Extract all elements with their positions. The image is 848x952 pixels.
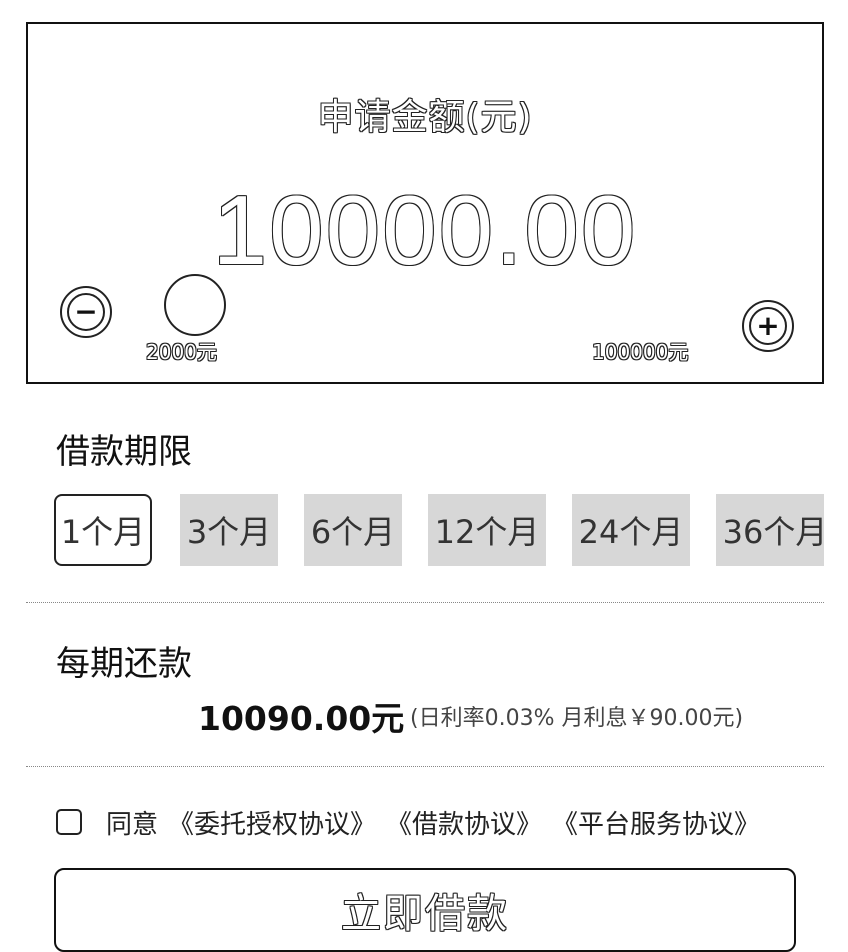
term-option-24-months[interactable]: 24个月 [572, 494, 690, 566]
agreement-row: 同意 《委托授权协议》 《借款协议》 《平台服务协议》 [56, 802, 770, 842]
amount-value: 10000.00 [212, 175, 638, 285]
repayment-amount: 10090.00元 [198, 699, 405, 738]
amount-min-label: 2000元 [146, 340, 217, 364]
platform-service-agreement-link[interactable]: 《平台服务协议》 [552, 804, 760, 841]
plus-circle-icon: + [749, 307, 787, 345]
divider [26, 766, 824, 767]
agree-label: 同意 [106, 809, 159, 840]
agreement-checkbox[interactable] [56, 809, 82, 835]
minus-circle-icon: − [67, 293, 105, 331]
term-option-1-month[interactable]: 1个月 [54, 494, 152, 566]
borrow-now-label: 立即借款 [341, 891, 509, 937]
increase-amount-button[interactable]: + [742, 300, 794, 352]
amount-card: 申请金额(元) 10000.00 − + 2000元 100000元 [26, 22, 824, 384]
amount-title: 申请金额(元) [317, 97, 533, 138]
loan-agreement-link[interactable]: 《借款协议》 [386, 804, 542, 841]
borrow-now-button[interactable]: 立即借款 [54, 868, 796, 952]
term-option-12-months[interactable]: 12个月 [428, 494, 546, 566]
term-options: 1个月 3个月 6个月 12个月 24个月 36个月 [54, 494, 824, 570]
decrease-amount-button[interactable]: − [60, 286, 112, 338]
authorization-agreement-link[interactable]: 《委托授权协议》 [168, 804, 376, 841]
repayment-interest-note: (日利率0.03% 月利息￥90.00元) [410, 706, 744, 731]
amount-max-label: 100000元 [592, 340, 689, 364]
term-section-title: 借款期限 [56, 432, 192, 472]
term-option-6-months[interactable]: 6个月 [304, 494, 402, 566]
term-option-36-months[interactable]: 36个月 [716, 494, 824, 566]
divider [26, 602, 824, 603]
repayment-section-title: 每期还款 [56, 644, 192, 684]
term-option-3-months[interactable]: 3个月 [180, 494, 278, 566]
amount-slider-thumb[interactable] [164, 274, 226, 336]
